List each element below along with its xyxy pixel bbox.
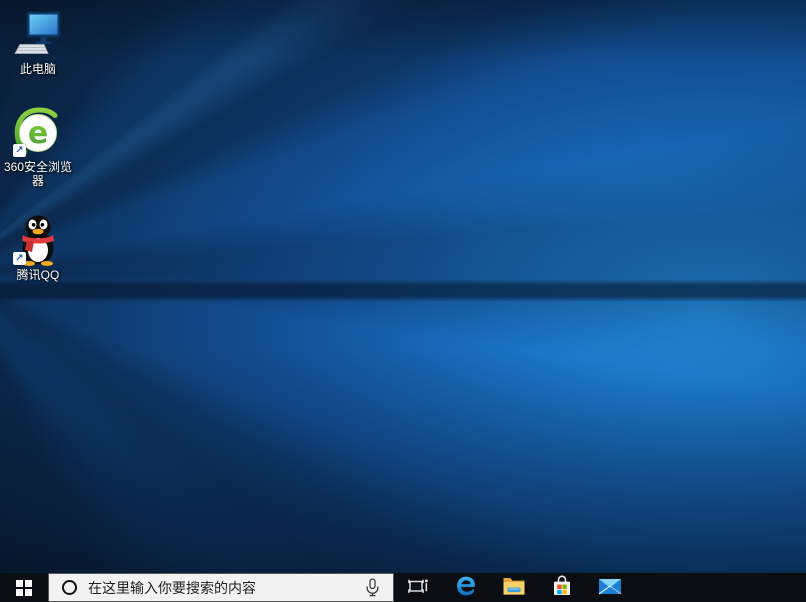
- edge-icon: [454, 574, 478, 601]
- this-pc-icon: [12, 8, 64, 60]
- qq-penguin-icon: ↗: [12, 214, 64, 266]
- store-button[interactable]: [538, 573, 586, 602]
- edge-button[interactable]: [442, 573, 490, 602]
- desktop-icon-label: 腾讯QQ: [17, 268, 60, 282]
- desktop-icon-this-pc[interactable]: 此电脑: [0, 8, 76, 76]
- shortcut-arrow-icon: ↗: [13, 144, 26, 157]
- windows-desktop: 此电脑 e ↗ 360安全浏览器: [0, 0, 806, 602]
- shortcut-arrow-icon: ↗: [13, 252, 26, 265]
- microphone-icon[interactable]: [365, 578, 380, 597]
- desktop-icon-label: 360安全浏览器: [3, 160, 73, 188]
- mail-button[interactable]: [586, 573, 634, 602]
- desktop-wallpaper: [0, 0, 806, 602]
- cortana-circle-icon: [62, 580, 77, 595]
- mail-icon: [597, 575, 623, 600]
- start-button[interactable]: [0, 573, 48, 602]
- taskbar-search-box[interactable]: [48, 573, 394, 602]
- desktop-icon-360-browser[interactable]: e ↗ 360安全浏览器: [0, 106, 76, 188]
- file-explorer-button[interactable]: [490, 573, 538, 602]
- store-icon: [550, 574, 574, 601]
- task-view-button[interactable]: [394, 573, 442, 602]
- file-explorer-icon: [502, 575, 526, 600]
- svg-text:e: e: [28, 116, 48, 151]
- task-view-icon: [407, 575, 429, 600]
- taskbar: [0, 573, 806, 602]
- 360-browser-icon: e ↗: [12, 106, 64, 158]
- search-input[interactable]: [86, 579, 365, 597]
- taskbar-empty-area: [634, 573, 806, 602]
- windows-logo-icon: [16, 580, 32, 596]
- desktop-icon-tencent-qq[interactable]: ↗ 腾讯QQ: [0, 214, 76, 282]
- desktop-icon-label: 此电脑: [20, 62, 56, 76]
